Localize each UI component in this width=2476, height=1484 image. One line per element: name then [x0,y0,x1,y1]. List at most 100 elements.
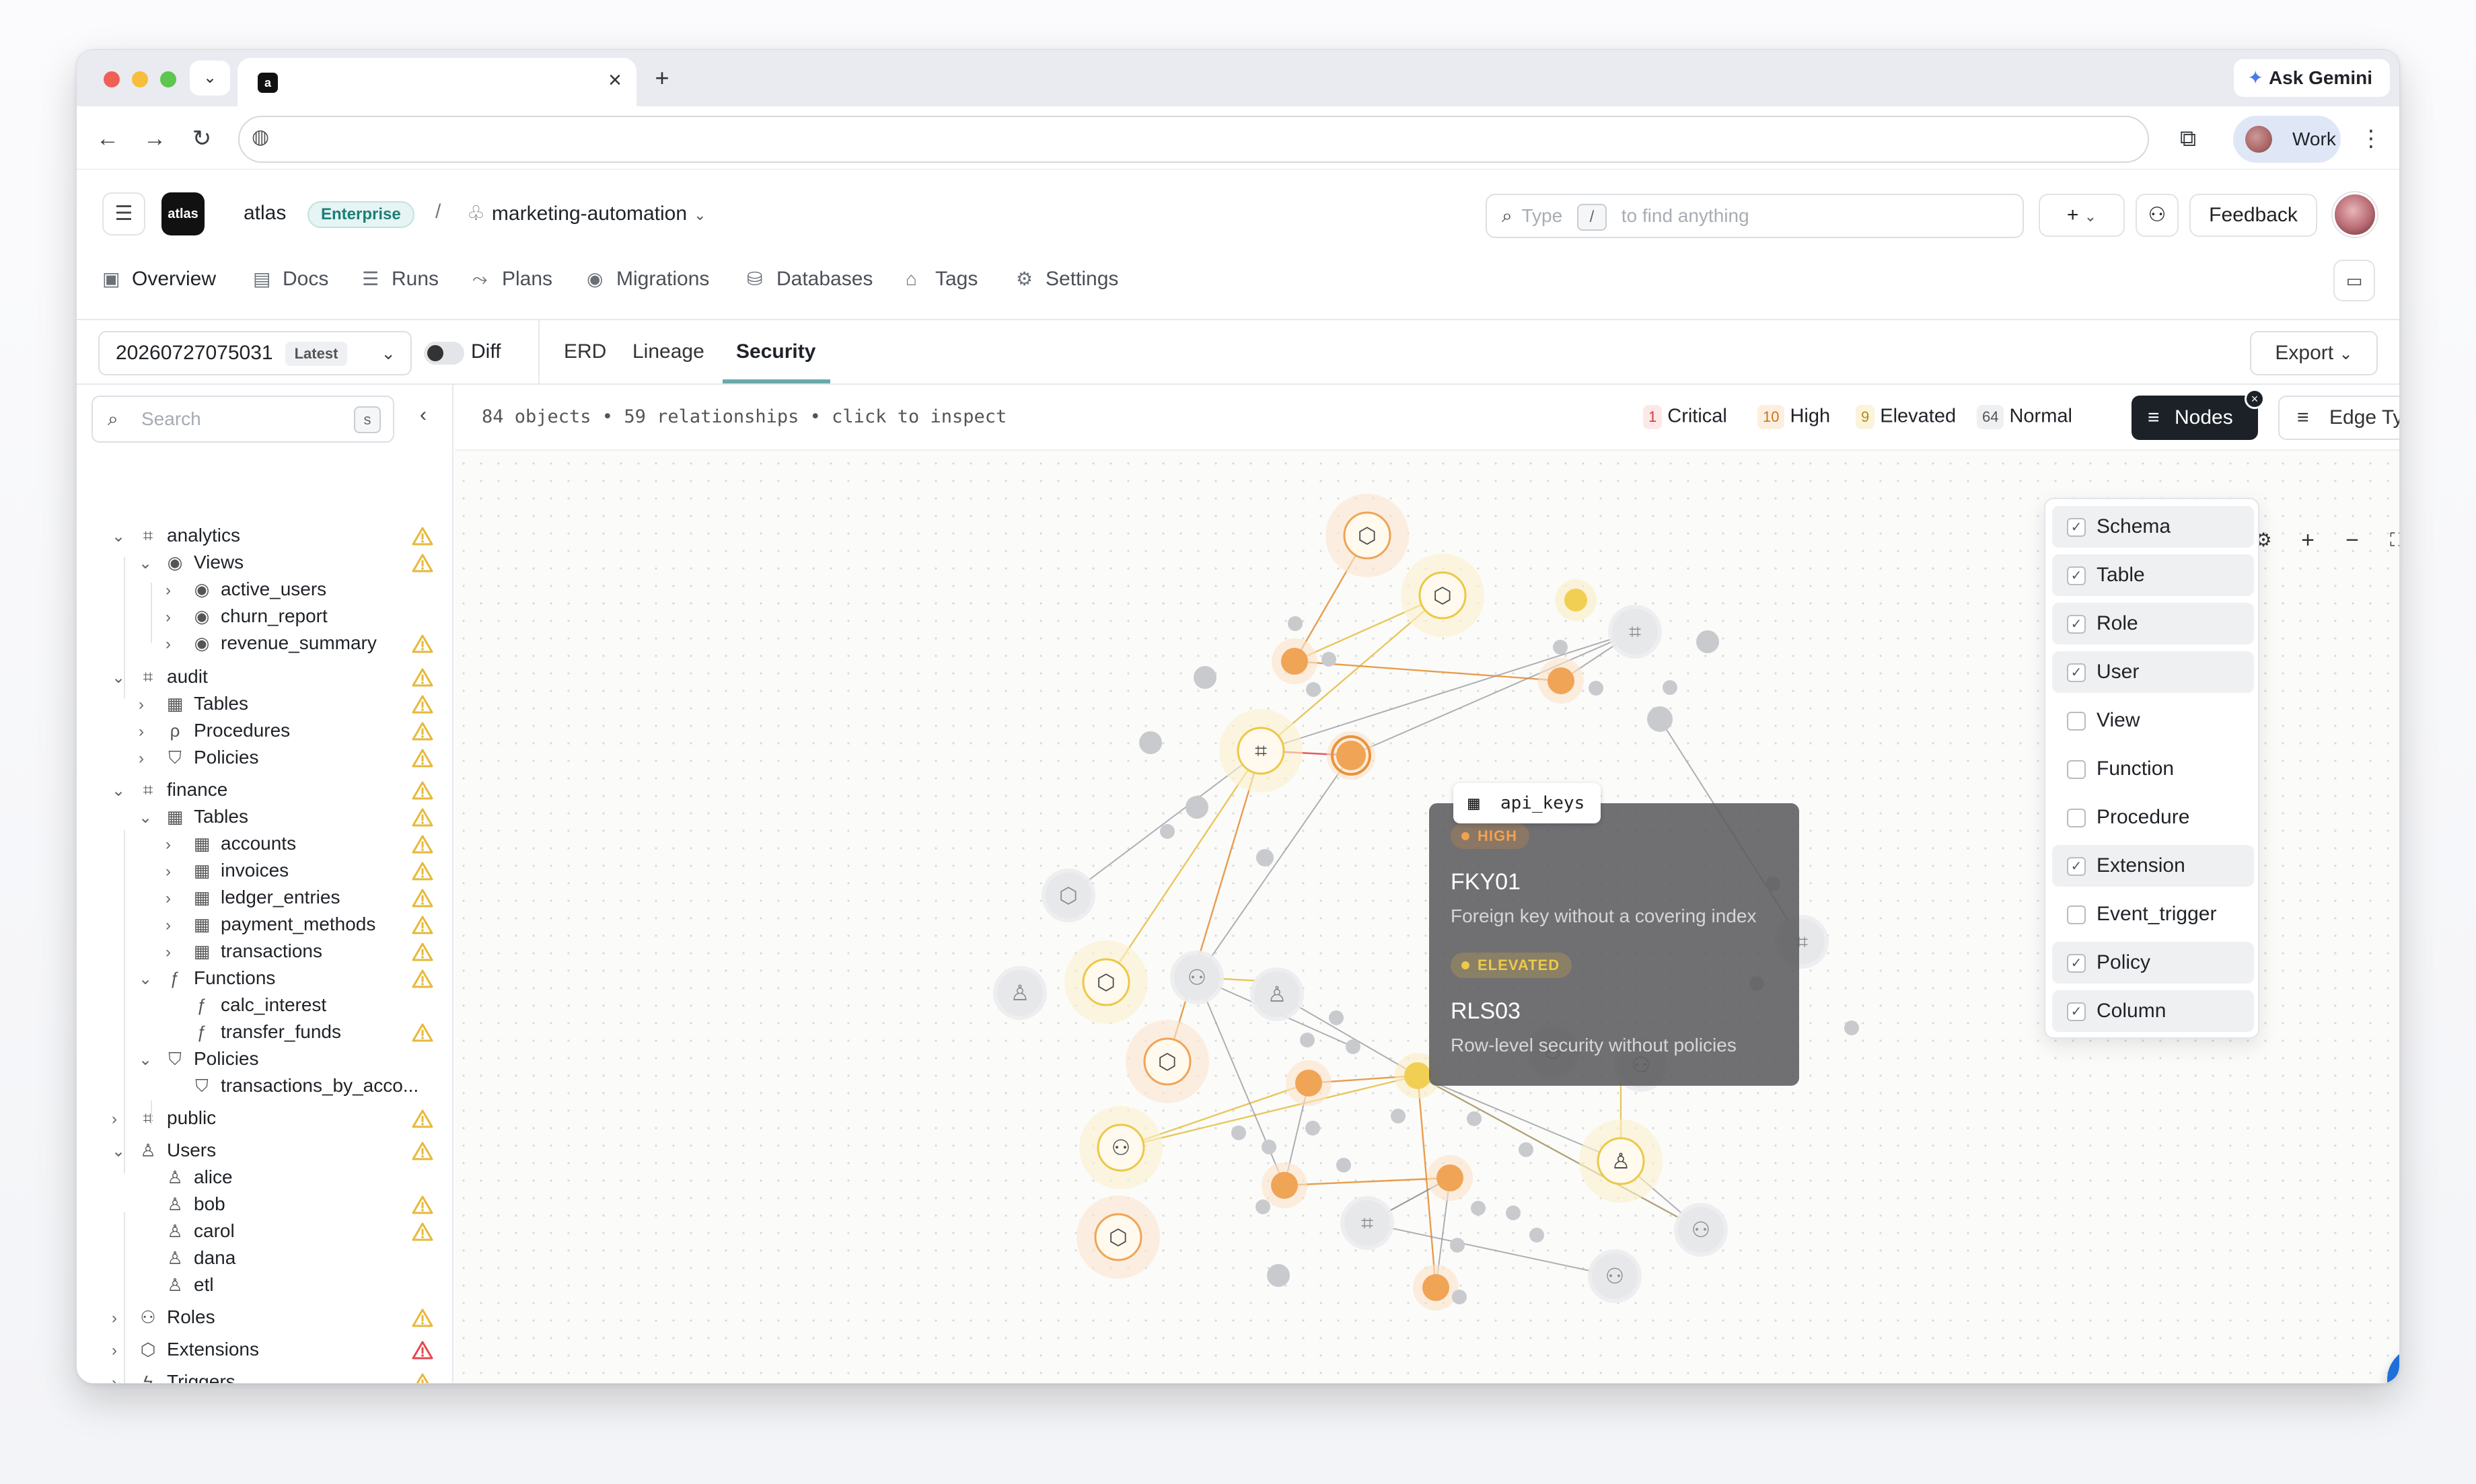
graph-node-dot[interactable] [1471,1201,1486,1216]
tree-item[interactable]: ƒ transfer_funds [166,1018,341,1045]
tree-item[interactable]: › ⬡ Extensions [112,1336,259,1363]
graph-node-dot[interactable] [1305,1121,1320,1136]
node-filter-table[interactable]: ✓ Table [2052,554,2254,596]
tree-item[interactable]: › ▦ ledger_entries [166,884,340,911]
graph-node[interactable] [1082,958,1130,1006]
checkbox-checked-icon[interactable]: ✓ [2067,663,2086,682]
graph-node[interactable] [997,970,1043,1016]
node-filter-column[interactable]: ✓ Column [2052,990,2254,1032]
checkbox-empty-icon[interactable] [2067,809,2086,827]
tab-lineage[interactable]: Lineage [632,340,704,363]
tab-databases[interactable]: ⛁ Databases [747,268,873,291]
extensions-puzzle-icon[interactable]: ⧉ [2168,118,2208,159]
reload-icon[interactable]: ↻ [182,118,222,159]
chevron-down-icon[interactable]: ⌄ [139,805,161,831]
checkbox-checked-icon[interactable]: ✓ [2067,1002,2086,1021]
graph-node-dot[interactable] [1267,1264,1290,1287]
graph-node-dot[interactable] [1262,1140,1276,1154]
tree-item[interactable]: › ▦ invoices [166,857,289,884]
tree-item[interactable]: › ◉ revenue_summary [166,630,377,657]
tab-erd[interactable]: ERD [564,340,606,363]
graph-node-dot[interactable] [1519,1142,1533,1157]
tab-tags[interactable]: ⌂ Tags [906,268,978,291]
graph-node-dot[interactable] [1436,1164,1463,1191]
graph-node[interactable] [1254,971,1300,1017]
graph-node[interactable] [1592,1253,1638,1299]
graph-node-dot[interactable] [1663,680,1677,695]
checkbox-empty-icon[interactable] [2067,712,2086,731]
tree-item[interactable]: ƒ calc_interest [166,992,326,1018]
graph-node[interactable] [1418,571,1467,620]
tree-item[interactable]: › ▦ transactions [166,938,322,965]
graph-node-dot[interactable] [1288,616,1303,631]
graph-node[interactable] [1597,1137,1645,1185]
tree-item[interactable]: › ▦ payment_methods [166,911,375,938]
tree-item[interactable]: › ▦ Tables [139,690,248,717]
chevron-down-icon[interactable]: ⌄ [139,966,161,993]
graph-node[interactable] [1344,1200,1390,1246]
diff-toggle[interactable] [424,342,464,365]
new-tab-button[interactable]: + [642,61,682,96]
checkbox-checked-icon[interactable]: ✓ [2067,954,2086,973]
tree-item[interactable]: ⌄ ⌗ finance [112,776,227,803]
tree-item[interactable]: ⌄ ⛉ Policies [139,1045,258,1072]
tab-migrations[interactable]: ◉ Migrations [587,268,709,291]
chevron-down-icon[interactable]: ⌄ [139,550,161,577]
tree-item[interactable]: ⛉ transactions_by_acco... [166,1072,418,1099]
chevron-right-icon[interactable]: › [166,912,188,939]
graph-node-dot[interactable] [1336,1158,1351,1173]
close-window-button[interactable] [104,71,120,87]
nodes-filter-button[interactable]: ≡ Nodes [2132,396,2258,440]
node-filter-event_trigger[interactable]: Event_trigger [2052,893,2254,935]
address-bar[interactable]: ◍ [238,116,2149,163]
graph-node-dot[interactable] [1452,1290,1467,1304]
chevron-down-icon[interactable]: ⌄ [112,523,135,550]
tab-overview[interactable]: ▣ Overview [102,268,216,291]
tree-item[interactable]: › ⛉ Policies [139,744,258,771]
graph-node-dot[interactable] [1589,681,1603,696]
chevron-down-icon[interactable]: ⌄ [112,1138,135,1165]
graph-node-dot[interactable] [1391,1109,1406,1123]
graph-node-dot[interactable] [1553,640,1568,655]
graph-node-dot[interactable] [1844,1021,1859,1035]
node-filter-procedure[interactable]: Procedure [2052,796,2254,838]
graph-node-dot[interactable] [1321,652,1336,667]
node-filter-extension[interactable]: ✓ Extension [2052,845,2254,887]
chevron-down-icon[interactable]: ⌄ [112,778,135,805]
chevron-right-icon[interactable]: › [139,718,161,745]
severity-high[interactable]: 10 High [1757,405,1830,429]
graph-node-dot[interactable] [1306,682,1321,697]
minimize-window-button[interactable] [132,71,148,87]
back-arrow-icon[interactable]: ← [87,118,128,159]
graph-node-dot[interactable] [1450,1238,1465,1253]
invite-user-button[interactable]: ⚇ [2136,194,2179,237]
graph-node-dot[interactable] [1564,589,1587,611]
graph-node-dot[interactable] [1256,849,1274,866]
tab-runs[interactable]: ☰ Runs [362,268,439,291]
tree-item[interactable]: ♙ alice [139,1164,232,1191]
tree-item[interactable]: ⌄ ♙ Users [112,1137,216,1164]
browser-menu-icon[interactable]: ⋮ [2351,118,2391,159]
edge-types-button[interactable]: ≡Edge Types [2278,396,2399,440]
chevron-right-icon[interactable]: › [112,1106,135,1133]
graph-node-dot[interactable] [1404,1062,1431,1089]
graph-node-dot[interactable] [1336,741,1366,770]
checkbox-checked-icon[interactable]: ✓ [2067,615,2086,634]
tab-plans[interactable]: ⤳ Plans [472,268,552,291]
chevron-right-icon[interactable]: › [166,604,188,631]
tree-item[interactable]: ⌄ ▦ Tables [139,803,248,830]
forward-arrow-icon[interactable]: → [135,118,175,159]
sidebar-menu-button[interactable]: ☰ [102,192,145,235]
chevron-right-icon[interactable]: › [166,858,188,885]
graph-node-dot[interactable] [1696,630,1719,653]
chevron-right-icon[interactable]: › [112,1305,135,1332]
graph-node-dot[interactable] [1647,706,1673,732]
tree-item[interactable]: › ⚇ Roles [112,1304,215,1331]
node-filter-schema[interactable]: ✓ Schema [2052,506,2254,548]
graph-node[interactable] [1678,1207,1724,1253]
profile-chip[interactable]: Work [2233,116,2341,163]
tab-search-chevron-icon[interactable]: ⌄ [190,61,230,96]
node-filter-function[interactable]: Function [2052,748,2254,790]
graph-node[interactable] [1097,1123,1145,1172]
chevron-down-icon[interactable]: ⌄ [139,1047,161,1074]
